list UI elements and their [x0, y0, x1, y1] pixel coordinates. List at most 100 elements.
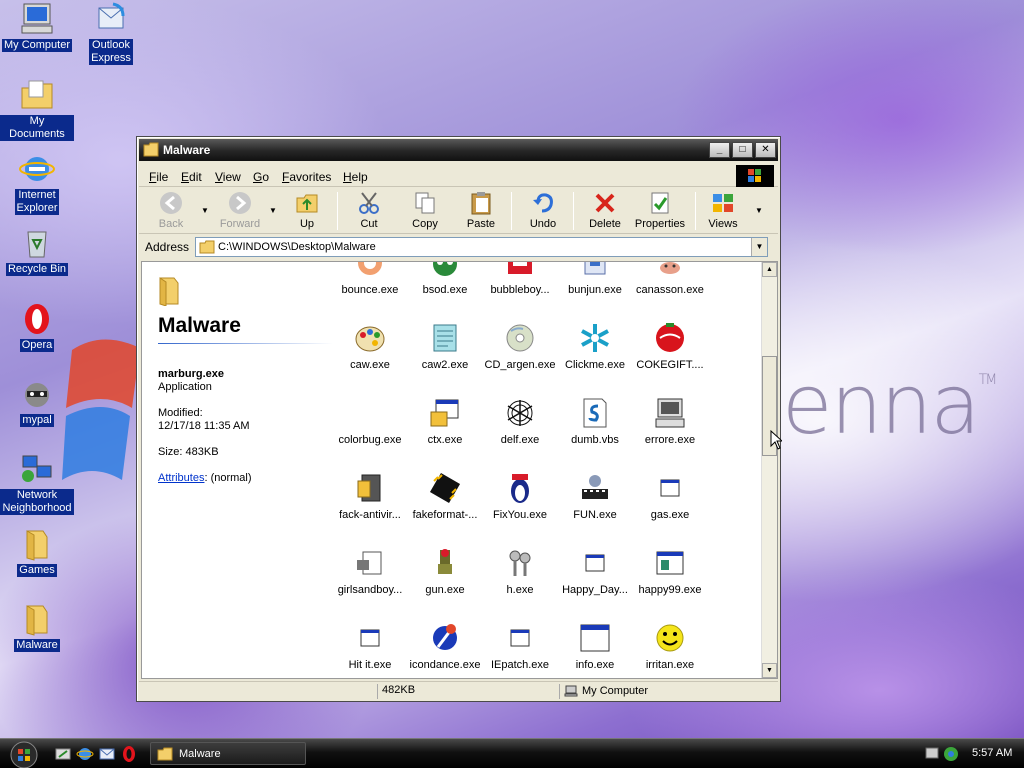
desktop-icon-internet-explorer[interactable]: Internet Explorer	[0, 152, 74, 215]
delete-button[interactable]: Delete	[585, 190, 625, 232]
desktop-icon-label: Games	[17, 564, 57, 577]
file-item[interactable]: icondance.exe	[406, 621, 484, 671]
address-dropdown-button[interactable]: ▼	[751, 238, 767, 256]
file-item[interactable]: gas.exe	[631, 471, 709, 521]
start-button[interactable]	[4, 739, 44, 768]
file-item[interactable]: dumb.vbs	[556, 396, 634, 446]
copy-button[interactable]: Copy	[405, 190, 445, 232]
views-button[interactable]: Views	[705, 190, 741, 232]
modified-label: Modified:	[158, 407, 203, 419]
file-item[interactable]: girlsandboy...	[331, 546, 409, 596]
opera-icon[interactable]	[120, 745, 138, 763]
file-item[interactable]: delf.exe	[481, 396, 559, 446]
generic-exe-icon	[360, 629, 380, 647]
file-item[interactable]: irritan.exe	[631, 621, 709, 671]
cut-button[interactable]: Cut	[351, 190, 387, 232]
paste-button[interactable]: Paste	[461, 190, 501, 232]
desktop-icon-my-documents[interactable]: My Documents	[0, 78, 74, 141]
file-item[interactable]: CD_argen.exe	[481, 321, 559, 371]
vertical-scrollbar[interactable]: ▲ ▼	[761, 262, 777, 678]
file-item[interactable]: bsod.exe	[406, 262, 484, 296]
taskbar-button-malware[interactable]: Malware	[150, 742, 306, 765]
attributes-link[interactable]: Attributes	[158, 472, 204, 484]
undo-button[interactable]: Undo	[525, 190, 561, 232]
folder-icon	[157, 747, 173, 761]
file-item[interactable]: Clickme.exe	[556, 321, 634, 371]
file-item[interactable]: colorbug.exe	[331, 396, 409, 446]
back-dropdown[interactable]: ▼	[201, 206, 209, 215]
file-item[interactable]: fack-antivir...	[331, 471, 409, 521]
menu-file[interactable]: File	[149, 170, 168, 184]
clipboard-icon	[471, 192, 491, 215]
file-item[interactable]: bubbleboy...	[481, 262, 559, 296]
desktop-icon-label: My Computer	[1, 39, 73, 52]
forward-button[interactable]: Forward	[217, 190, 263, 232]
address-input[interactable]: C:\WINDOWS\Desktop\Malware ▼	[195, 237, 768, 257]
minimize-button[interactable]: _	[709, 142, 730, 158]
folder-content-area: Malware marburg.exe Application Modified…	[141, 261, 778, 679]
properties-icon	[651, 192, 669, 214]
file-item[interactable]: errore.exe	[631, 396, 709, 446]
file-item[interactable]: fakeformat-...	[406, 471, 484, 521]
up-button[interactable]: Up	[289, 190, 325, 232]
properties-button[interactable]: Properties	[633, 190, 687, 232]
info-pane: Malware marburg.exe Application Modified…	[142, 262, 337, 678]
generic-exe-icon	[510, 629, 530, 647]
desktop-icon-label: Recycle Bin	[5, 263, 69, 276]
file-item[interactable]: caw2.exe	[406, 321, 484, 371]
menu-go[interactable]: Go	[253, 170, 269, 184]
desktop-icon-opera[interactable]: Opera	[0, 302, 74, 352]
outlook-express-icon[interactable]	[98, 745, 116, 763]
file-item[interactable]: FUN.exe	[556, 471, 634, 521]
desktop-icon-recycle-bin[interactable]: Recycle Bin	[0, 226, 74, 276]
menu-help[interactable]: Help	[343, 170, 368, 184]
desktop-icon-games[interactable]: Games	[0, 527, 74, 577]
status-zone: My Computer	[559, 684, 759, 699]
desktop-icon-my-computer[interactable]: My Computer	[0, 2, 74, 52]
bsod-icon	[433, 262, 457, 276]
forward-arrow-icon	[229, 192, 251, 214]
scroll-up-button[interactable]: ▲	[762, 262, 777, 277]
card-icon	[656, 551, 684, 575]
file-item[interactable]: h.exe	[481, 546, 559, 596]
close-button[interactable]: ✕	[755, 142, 776, 158]
file-item[interactable]: happy99.exe	[631, 546, 709, 596]
menu-view[interactable]: View	[215, 170, 241, 184]
file-item[interactable]: Happy_Day...	[556, 546, 634, 596]
window-titlebar[interactable]: Malware _ □ ✕	[139, 139, 778, 161]
maximize-button[interactable]: □	[732, 142, 753, 158]
file-item[interactable]: ctx.exe	[406, 396, 484, 446]
windows-flag-logo	[62, 339, 140, 480]
torch-icon	[433, 624, 457, 650]
file-item[interactable]: bounce.exe	[331, 262, 409, 296]
file-item[interactable]: bunjun.exe	[556, 262, 634, 296]
tray-icons[interactable]	[925, 745, 961, 763]
clock[interactable]: 5:57 AM	[972, 747, 1012, 759]
mouse-cursor-icon	[770, 430, 782, 450]
menu-edit[interactable]: Edit	[181, 170, 202, 184]
file-item[interactable]: canasson.exe	[631, 262, 709, 296]
file-item[interactable]: COKEGIFT....	[631, 321, 709, 371]
internet-explorer-icon[interactable]	[76, 745, 94, 763]
views-grid-icon	[713, 194, 733, 212]
show-desktop-icon[interactable]	[54, 745, 72, 763]
file-item[interactable]: IEpatch.exe	[481, 621, 559, 671]
copy-icon	[415, 192, 435, 214]
desktop-icon-malware[interactable]: Malware	[0, 602, 74, 652]
scroll-down-button[interactable]: ▼	[762, 663, 777, 678]
snowflake-icon	[581, 324, 609, 352]
desktop-icon-network-neighborhood[interactable]: Network Neighborhood	[0, 452, 74, 515]
forward-dropdown[interactable]: ▼	[269, 206, 277, 215]
file-item[interactable]: FixYou.exe	[481, 471, 559, 521]
file-item[interactable]: info.exe	[556, 621, 634, 671]
desktop-icon-outlook-express[interactable]: Outlook Express	[74, 2, 148, 65]
back-button[interactable]: Back	[151, 190, 191, 232]
desktop-icon-mypal[interactable]: mypal	[0, 377, 74, 427]
menu-favorites[interactable]: Favorites	[282, 170, 331, 184]
file-item[interactable]: caw.exe	[331, 321, 409, 371]
file-item[interactable]: Hit it.exe	[331, 621, 409, 671]
folder-icon	[143, 142, 159, 157]
file-item[interactable]: gun.exe	[406, 546, 484, 596]
views-dropdown[interactable]: ▼	[755, 206, 763, 215]
internet-explorer-icon	[19, 157, 55, 181]
